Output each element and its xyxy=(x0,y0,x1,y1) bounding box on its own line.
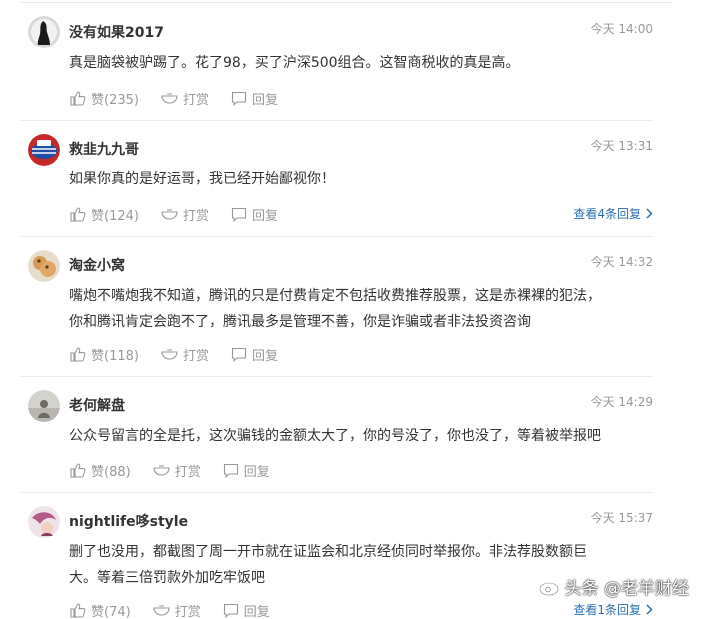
reply-button[interactable]: 回复 xyxy=(223,461,270,480)
reward-label: 打赏 xyxy=(174,604,201,619)
reply-label: 回复 xyxy=(251,348,278,364)
avatar[interactable] xyxy=(28,250,60,282)
comment-time: 今天 14:32 xyxy=(590,255,653,269)
reply-button[interactable]: 回复 xyxy=(223,601,270,619)
like-button[interactable]: 赞(74) xyxy=(70,601,131,619)
speech-bubble-icon xyxy=(231,91,247,106)
view-replies-link[interactable]: 查看1条回复 xyxy=(573,601,653,618)
comment-time: 今天 15:37 xyxy=(590,511,653,525)
tip-bowl-icon xyxy=(161,93,178,104)
watermark-text: 头条 @老羊财经 xyxy=(564,579,689,599)
reply-label: 回复 xyxy=(243,464,270,480)
comment-text-line: 删了也没用，都截图了周一开市就在证监会和北京经侦同时举报你。非法荐股数额巨 xyxy=(69,544,587,560)
reward-label: 打赏 xyxy=(174,464,201,480)
tip-bowl-icon xyxy=(161,209,178,220)
comment-item: 没有如果2017 今天 14:00 真是脑袋被驴踢了。花了98，买了沪深500组… xyxy=(20,0,673,120)
avatar[interactable] xyxy=(28,390,60,422)
tip-bowl-icon xyxy=(153,465,170,476)
like-button[interactable]: 赞(88) xyxy=(70,461,131,480)
comment-actions: 赞(235) 打赏 回复 xyxy=(70,89,300,108)
comment-time: 今天 13:31 xyxy=(590,139,653,153)
comment-text: 真是脑袋被驴踢了。花了98，买了沪深500组合。这智商税收的真是高。 xyxy=(69,55,520,71)
avatar[interactable] xyxy=(28,134,60,166)
chevron-right-icon xyxy=(646,604,653,615)
comment-actions: 赞(74) 打赏 回复 xyxy=(70,601,292,619)
comment-text-line: 嘴炮不嘴炮我不知道，腾讯的只是付费肯定不包括收费推荐股票，这是赤裸裸的犯法， xyxy=(69,288,601,304)
reward-button[interactable]: 打赏 xyxy=(153,601,201,619)
reward-label: 打赏 xyxy=(182,92,209,108)
username[interactable]: 淘金小窝 xyxy=(69,255,125,275)
tip-bowl-icon xyxy=(161,349,178,360)
speech-bubble-icon xyxy=(223,463,238,478)
like-count: 赞(124) xyxy=(91,208,139,224)
username[interactable]: nightlife哆style xyxy=(69,511,188,531)
like-button[interactable]: 赞(118) xyxy=(70,345,139,364)
like-count: 赞(118) xyxy=(91,348,139,364)
view-replies-label: 查看4条回复 xyxy=(573,207,641,221)
username[interactable]: 老何解盘 xyxy=(69,395,125,415)
comment-text-line: 你和腾讯肯定会跑不了，腾讯最多是管理不善，你是诈骗或者非法投资咨询 xyxy=(69,314,531,330)
comment-actions: 赞(88) 打赏 回复 xyxy=(70,461,292,480)
reply-button[interactable]: 回复 xyxy=(231,89,278,108)
reward-label: 打赏 xyxy=(182,348,209,364)
comment-text: 如果你真的是好运哥，我已经开始鄙视你！ xyxy=(69,171,335,187)
speech-bubble-icon xyxy=(231,347,247,362)
thumbs-up-icon xyxy=(70,462,86,478)
speech-bubble-icon xyxy=(231,207,247,222)
like-button[interactable]: 赞(235) xyxy=(70,89,139,108)
comment-text: 嘴炮不嘴炮我不知道，腾讯的只是付费肯定不包括收费推荐股票，这是赤裸裸的犯法， 你… xyxy=(69,283,669,335)
tip-bowl-icon xyxy=(153,605,170,616)
comment-item: nightlife哆style 今天 15:37 删了也没用，都截图了周一开市就… xyxy=(20,492,673,619)
comment-text: 公众号留言的全是托，这次骗钱的金额太大了，你的号没了，你也没了，等着被举报吧 xyxy=(69,428,601,444)
avatar[interactable] xyxy=(28,506,60,538)
watermark: 头条 @老羊财经 xyxy=(538,574,689,599)
comment-actions: 赞(118) 打赏 回复 xyxy=(70,345,300,364)
reply-label: 回复 xyxy=(251,92,278,108)
view-replies-link[interactable]: 查看4条回复 xyxy=(573,205,653,222)
thumbs-up-icon xyxy=(70,90,86,106)
reward-button[interactable]: 打赏 xyxy=(161,345,209,364)
reward-button[interactable]: 打赏 xyxy=(161,205,209,224)
comment-item: 老何解盘 今天 14:29 公众号留言的全是托，这次骗钱的金额太大了，你的号没了… xyxy=(20,376,673,492)
like-count: 赞(74) xyxy=(91,604,131,619)
like-button[interactable]: 赞(124) xyxy=(70,205,139,224)
thumbs-up-icon xyxy=(70,346,86,362)
username[interactable]: 救韭九九哥 xyxy=(69,139,139,159)
comment-actions: 赞(124) 打赏 回复 xyxy=(70,205,300,224)
comment-time: 今天 14:29 xyxy=(590,395,653,409)
thumbs-up-icon xyxy=(70,602,86,618)
speech-bubble-icon xyxy=(223,603,238,618)
view-replies-label: 查看1条回复 xyxy=(573,603,641,617)
reply-label: 回复 xyxy=(243,604,270,619)
username[interactable]: 没有如果2017 xyxy=(69,22,164,42)
reply-button[interactable]: 回复 xyxy=(231,345,278,364)
chevron-right-icon xyxy=(646,208,653,219)
reward-label: 打赏 xyxy=(182,208,209,224)
avatar[interactable] xyxy=(28,16,60,48)
comment-time: 今天 14:00 xyxy=(590,22,653,36)
reward-button[interactable]: 打赏 xyxy=(161,89,209,108)
reply-label: 回复 xyxy=(251,208,278,224)
like-count: 赞(88) xyxy=(91,464,131,480)
reply-button[interactable]: 回复 xyxy=(231,205,278,224)
comment-item: 淘金小窝 今天 14:32 嘴炮不嘴炮我不知道，腾讯的只是付费肯定不包括收费推荐… xyxy=(20,236,673,376)
thumbs-up-icon xyxy=(70,206,86,222)
reward-button[interactable]: 打赏 xyxy=(153,461,201,480)
weibo-logo-icon xyxy=(538,578,560,596)
comment-item: 救韭九九哥 今天 13:31 如果你真的是好运哥，我已经开始鄙视你！ 赞(124… xyxy=(20,120,673,236)
like-count: 赞(235) xyxy=(91,92,139,108)
